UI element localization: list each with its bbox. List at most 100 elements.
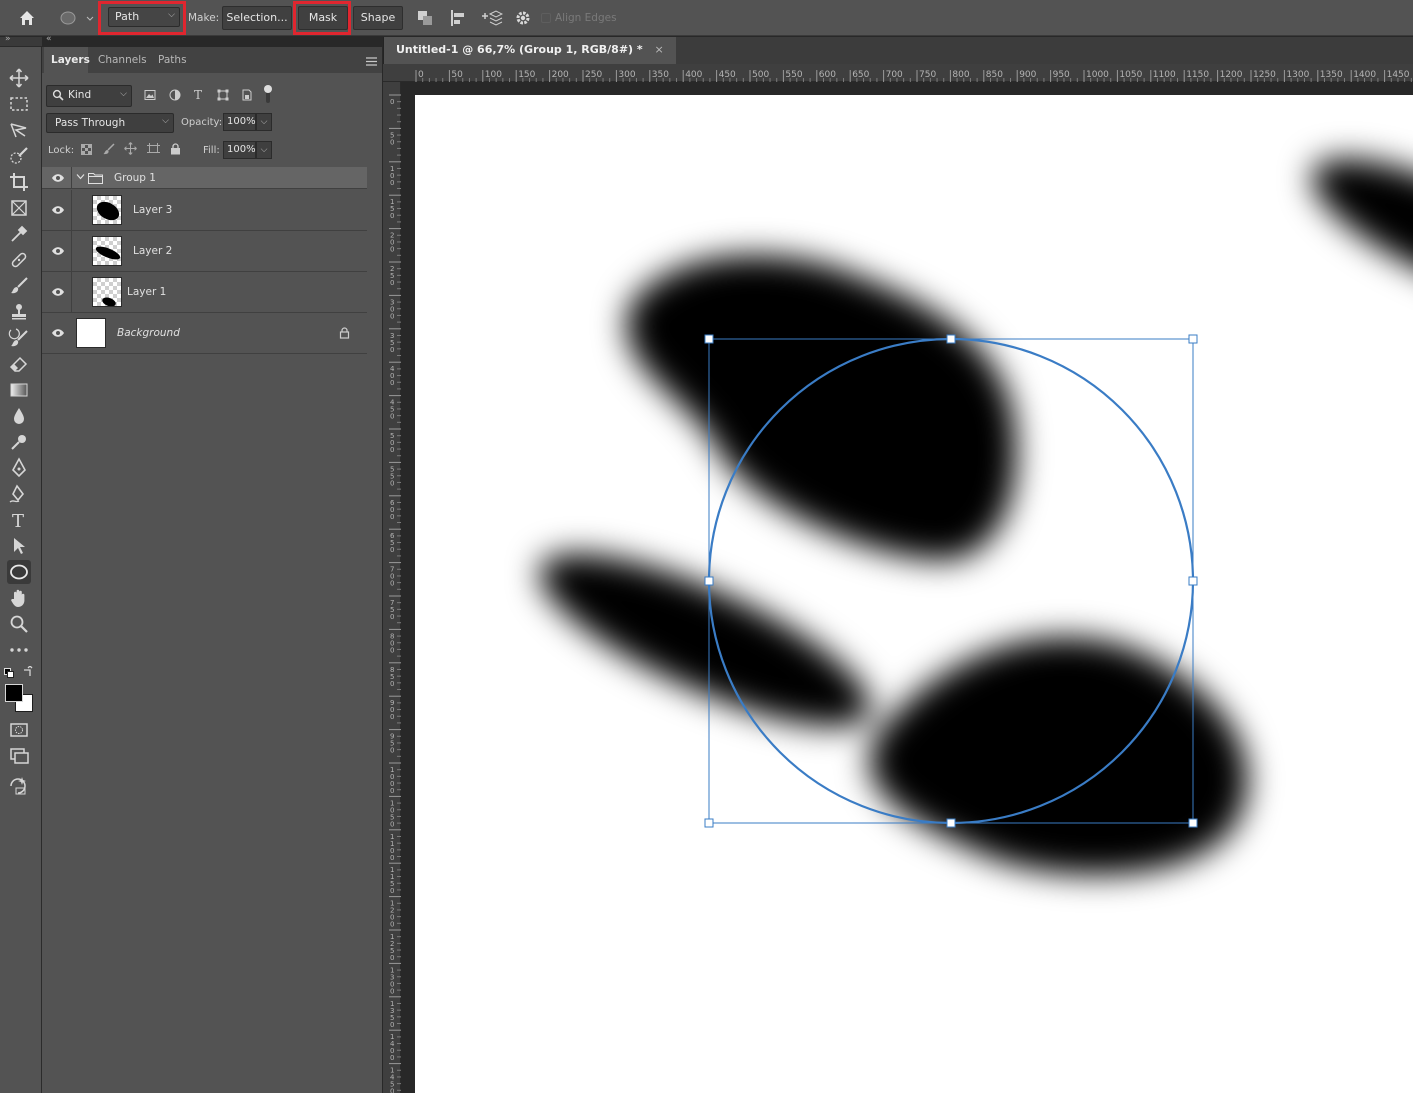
layer-thumbnail — [92, 277, 122, 307]
layer-name: Layer 1 — [127, 286, 167, 298]
layer-row-layer-3[interactable]: Layer 3 — [42, 190, 367, 231]
layer-row-layer-2[interactable]: Layer 2 — [42, 231, 367, 272]
filter-smart-object-icon[interactable] — [241, 89, 253, 104]
opacity-slider-toggle[interactable]: ⌵ — [256, 113, 272, 131]
lock-pixels-icon[interactable] — [103, 143, 115, 158]
horizontal-ruler-ticks: 0 50 100 150 200 250 300 350 400 450 500 550 600 650 7… — [415, 70, 1412, 82]
close-icon[interactable]: × — [654, 43, 663, 56]
document-canvas[interactable] — [415, 95, 1413, 1093]
filter-pixel-icon[interactable] — [144, 89, 156, 104]
layer-row-background[interactable]: Background — [42, 313, 367, 354]
layer-name: Layer 2 — [133, 245, 173, 257]
make-selection-button[interactable]: Selection... — [222, 6, 292, 30]
quick-mask-icon[interactable] — [7, 718, 31, 742]
generative-icon[interactable] — [7, 774, 31, 798]
path-alignment-icon[interactable] — [449, 9, 467, 27]
lasso-tool-icon[interactable] — [7, 118, 31, 142]
fill-slider-toggle[interactable]: ⌵ — [256, 141, 272, 159]
hand-tool-icon[interactable] — [7, 586, 31, 610]
foreground-color-swatch[interactable] — [5, 684, 23, 702]
tab-channels[interactable]: Channels — [91, 47, 154, 73]
tab-layers[interactable]: Layers — [44, 47, 90, 73]
clone-stamp-icon[interactable] — [7, 300, 31, 324]
fill-field[interactable]: 100% — [223, 141, 256, 159]
ruler-tick-label: 1250 — [390, 933, 394, 962]
ruler-tick-label: 1350 — [390, 1000, 394, 1029]
path-selection-icon[interactable] — [7, 534, 31, 558]
opacity-field[interactable]: 100% — [223, 113, 256, 131]
more-tools-icon[interactable] — [7, 638, 31, 662]
gear-icon[interactable] — [515, 10, 531, 26]
lock-artboard-icon[interactable] — [147, 143, 160, 158]
lock-position-icon[interactable] — [124, 142, 137, 158]
quick-selection-icon[interactable] — [7, 144, 31, 168]
rectangular-marquee-icon[interactable] — [7, 92, 31, 116]
visibility-toggle[interactable] — [42, 167, 72, 188]
canvas-artwork — [539, 158, 1413, 875]
lock-transparent-icon[interactable] — [81, 144, 92, 158]
panel-menu-icon[interactable] — [366, 56, 377, 66]
freeform-pen-icon[interactable] — [7, 482, 31, 506]
collapse-panel-icon[interactable]: « — [46, 34, 52, 44]
ruler-tick-label: 1200 — [390, 900, 394, 929]
swap-colors-icon[interactable] — [22, 665, 34, 678]
dodge-tool-icon[interactable] — [7, 430, 31, 454]
layer-filter-value: Kind — [68, 89, 92, 101]
filter-shape-icon[interactable] — [217, 89, 229, 104]
home-icon[interactable] — [18, 9, 36, 27]
ruler-tick-label: 500 — [752, 70, 769, 80]
opacity-value: 100% — [227, 116, 256, 127]
blend-mode-dropdown[interactable]: Pass Through ⌵ — [46, 113, 174, 133]
visibility-toggle[interactable] — [42, 272, 72, 312]
ruler-tick-label: 1000 — [390, 766, 394, 795]
pen-tool-icon[interactable] — [7, 456, 31, 480]
filter-adjustment-icon[interactable] — [169, 89, 181, 104]
layer-row-group-1[interactable]: Group 1 — [42, 167, 367, 189]
opacity-label: Opacity: — [181, 117, 223, 128]
blur-tool-icon[interactable] — [7, 404, 31, 428]
filter-type-icon[interactable]: T — [193, 88, 205, 104]
group-expand-chevron-icon[interactable] — [76, 171, 85, 184]
eraser-tool-icon[interactable] — [7, 352, 31, 376]
tab-paths[interactable]: Paths — [151, 47, 194, 73]
vertical-ruler[interactable]: 0 50 100 150 200 250 300 350 400 450 500 550 600 650 7… — [383, 82, 401, 1093]
lock-label: Lock: — [48, 145, 75, 156]
layer-name: Background — [117, 327, 180, 339]
screen-mode-icon[interactable] — [7, 744, 31, 768]
visibility-toggle[interactable] — [42, 190, 72, 230]
eye-icon — [52, 206, 64, 214]
visibility-toggle[interactable] — [42, 313, 72, 353]
zoom-tool-icon[interactable] — [7, 612, 31, 636]
layer-filter-dropdown[interactable]: Kind ⌵ — [46, 85, 132, 107]
eyedropper-icon[interactable] — [7, 222, 31, 246]
ellipse-tool-icon[interactable] — [7, 560, 31, 584]
expand-toolbar-icon[interactable]: » — [5, 34, 11, 44]
layers-panel: Layers Channels Paths Kind ⌵ T Pass Thro… — [42, 47, 382, 1093]
path-operations-icon[interactable] — [416, 9, 434, 27]
filter-toggle-switch[interactable] — [264, 85, 272, 103]
gradient-tool-icon[interactable] — [7, 378, 31, 402]
align-edges-checkbox[interactable] — [541, 13, 551, 23]
move-tool-icon[interactable] — [7, 66, 31, 90]
chevron-down-icon: ⌵ — [120, 89, 127, 99]
crop-tool-icon[interactable] — [7, 170, 31, 194]
ruler-tick-label: 450 — [390, 399, 395, 421]
lock-all-icon[interactable] — [170, 143, 181, 158]
document-tab[interactable]: Untitled-1 @ 66,7% (Group 1, RGB/8#) * × — [384, 37, 676, 64]
path-arrangement-icon[interactable] — [481, 8, 504, 28]
layer-row-layer-1[interactable]: Layer 1 — [42, 272, 367, 313]
ruler-tick-label: 100 — [390, 165, 394, 187]
make-shape-button[interactable]: Shape — [353, 6, 403, 30]
layer-name: Layer 3 — [133, 204, 173, 216]
horizontal-ruler[interactable]: 0 50 100 150 200 250 300 350 400 450 500 550 600 650 7… — [383, 64, 1413, 82]
history-brush-icon[interactable] — [7, 326, 31, 350]
type-tool-icon[interactable]: T — [7, 508, 31, 532]
document-title: Untitled-1 @ 66,7% (Group 1, RGB/8#) * — [396, 43, 643, 56]
default-colors-icon[interactable] — [4, 668, 14, 678]
ellipse-tool-preset-icon[interactable] — [58, 8, 96, 28]
frame-tool-icon[interactable] — [7, 196, 31, 220]
visibility-toggle[interactable] — [42, 231, 72, 271]
toolbar-header: » « — [0, 34, 52, 47]
spot-healing-icon[interactable] — [7, 248, 31, 272]
brush-tool-icon[interactable] — [7, 274, 31, 298]
